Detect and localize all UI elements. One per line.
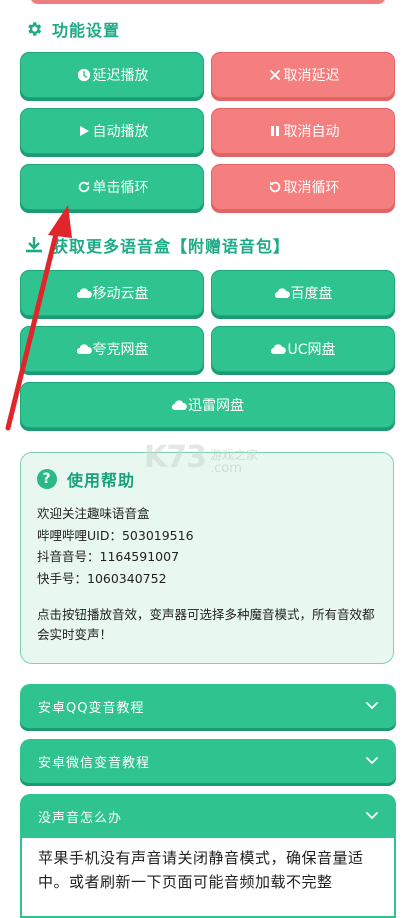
baidu-disk-label: 百度盘 [290, 286, 333, 302]
cancel-auto-label: 取消自动 [283, 124, 340, 140]
delay-play-label: 延迟播放 [92, 68, 149, 84]
cloud-icon [270, 341, 287, 357]
xunlei-disk-button[interactable]: 迅雷网盘 [20, 382, 395, 428]
gear-icon [24, 19, 44, 39]
top-bar-edge [30, 0, 386, 4]
accordion-no-sound-label: 没声音怎么办 [38, 810, 123, 826]
download-icon [24, 235, 44, 255]
mobile-cloud-button[interactable]: 移动云盘 [20, 270, 204, 316]
accordion-android-qq[interactable]: 安卓QQ变音教程 [20, 684, 396, 728]
uc-disk-label: UC网盘 [287, 342, 336, 358]
chevron-down-icon [364, 808, 380, 824]
help-note: 点击按钮播放音效，变声器可选择多种魔音模式，所有音效都会实时变声！ [37, 607, 375, 642]
xunlei-disk-label: 迅雷网盘 [188, 398, 244, 414]
help-welcome: 欢迎关注趣味语音盒 [37, 506, 150, 521]
baidu-disk-button[interactable]: 百度盘 [211, 270, 395, 316]
pause-icon [267, 123, 283, 139]
accordion-android-wechat[interactable]: 安卓微信变音教程 [20, 739, 396, 783]
cancel-delay-button[interactable]: 取消延迟 [211, 52, 395, 98]
quark-disk-button[interactable]: 夸克网盘 [20, 326, 204, 372]
cloud-icon [274, 285, 290, 301]
accordion-android-wechat-label: 安卓微信变音教程 [38, 755, 151, 771]
accordion-android-qq-label: 安卓QQ变音教程 [38, 700, 145, 716]
help-kuaishou: 快手号：1060340752 [37, 570, 167, 586]
mobile-cloud-label: 移动云盘 [92, 286, 149, 302]
clock-icon [76, 67, 92, 83]
redo-icon [76, 179, 92, 195]
accordion-no-sound-body: 苹果手机没有声音请关闭静音模式，确保音量适中。或者刷新一下页面可能音频加载不完整 [20, 838, 396, 918]
help-douyin: 抖音音号：1164591007 [37, 549, 180, 564]
quark-disk-label: 夸克网盘 [92, 342, 149, 358]
help-title: 使用帮助 [67, 471, 136, 490]
cloud-icon [171, 397, 187, 413]
cancel-loop-label: 取消循环 [283, 180, 340, 196]
features-title-text: 功能设置 [52, 21, 121, 40]
watermark-logo: K73 游戏之家 .com [144, 440, 258, 475]
cancel-loop-button[interactable]: 取消循环 [211, 164, 395, 210]
accordion-no-sound[interactable]: 没声音怎么办 [20, 794, 396, 838]
undo-icon [267, 179, 283, 195]
question-icon: ? [37, 469, 57, 489]
cancel-auto-button[interactable]: 取消自动 [211, 108, 395, 154]
uc-disk-button[interactable]: UC网盘 [211, 326, 395, 372]
chevron-down-icon [364, 698, 380, 714]
download-title-text: 获取更多语音盒【附赠语音包】 [52, 237, 291, 256]
single-loop-label: 单击循环 [92, 180, 149, 196]
help-panel: ? 使用帮助 欢迎关注趣味语音盒 哔哩哔哩UID：503019516 抖音音号：… [20, 452, 394, 664]
auto-play-button[interactable]: 自动播放 [20, 108, 204, 154]
delay-play-button[interactable]: 延迟播放 [20, 52, 204, 98]
help-bilibili: 哔哩哔哩UID：503019516 [37, 527, 194, 543]
cancel-delay-label: 取消延迟 [283, 68, 340, 84]
watermark-com: .com [210, 461, 242, 476]
chevron-down-icon [364, 753, 380, 769]
play-icon [76, 123, 92, 139]
cloud-icon [76, 285, 92, 301]
features-section-title: 功能设置 [24, 17, 120, 41]
watermark-brand: K73 [144, 440, 207, 475]
download-section-title: 获取更多语音盒【附赠语音包】 [24, 233, 290, 257]
close-icon [267, 67, 283, 83]
single-loop-button[interactable]: 单击循环 [20, 164, 204, 210]
cloud-icon [76, 341, 92, 357]
auto-play-label: 自动播放 [92, 124, 149, 140]
